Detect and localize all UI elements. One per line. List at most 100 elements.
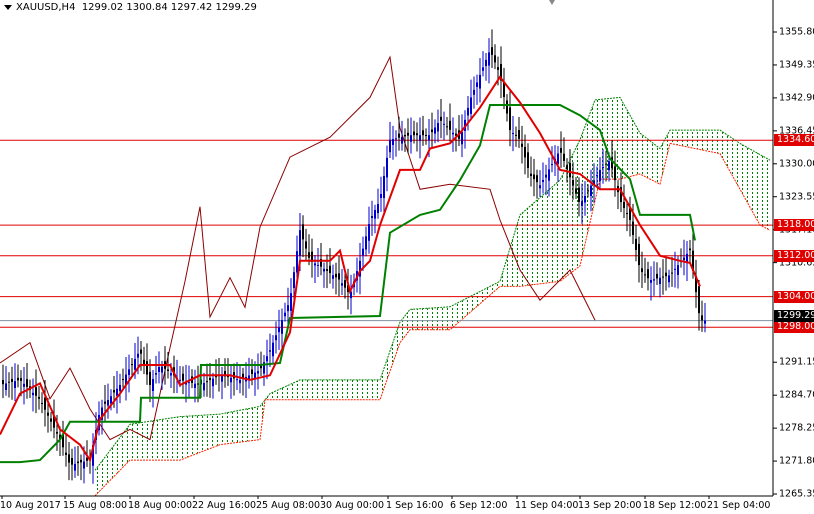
cloud-segment xyxy=(250,407,255,441)
dropdown-triangle-icon[interactable] xyxy=(4,4,12,10)
candle-body xyxy=(155,373,157,375)
candle-body xyxy=(365,236,367,250)
candle-body xyxy=(548,169,550,181)
candle-body xyxy=(419,135,421,142)
cloud-segment xyxy=(240,409,245,442)
cloud-segment xyxy=(640,135,645,176)
candle-body xyxy=(668,275,670,283)
candle-body xyxy=(533,174,535,180)
candle-body xyxy=(398,133,400,138)
high-value: 1300.84 xyxy=(126,2,168,13)
candle-body xyxy=(515,134,517,136)
candle-body xyxy=(314,263,316,266)
cloud-segment xyxy=(480,290,485,302)
candle-body xyxy=(530,173,532,177)
candle-body xyxy=(332,275,334,279)
cloud-segment xyxy=(410,309,415,330)
cloud-segment xyxy=(370,379,375,400)
candle-body xyxy=(605,163,607,165)
candle-body xyxy=(197,383,199,385)
candle-body xyxy=(527,152,529,168)
candle-body xyxy=(416,133,418,136)
candle-body xyxy=(494,55,496,63)
cloud-segment xyxy=(710,130,715,153)
cloud-segment xyxy=(310,379,315,400)
candle-body xyxy=(665,272,667,277)
candle-body xyxy=(146,361,148,375)
price-tick-label: 1284.70 xyxy=(779,389,814,401)
candle-body xyxy=(656,273,658,279)
candle-body xyxy=(305,241,307,249)
price-tick-label: 1349.35 xyxy=(779,59,814,71)
level-price-label: 1304.00 xyxy=(774,290,814,303)
candle-body xyxy=(386,157,388,178)
candle-body xyxy=(257,371,259,374)
candle-body xyxy=(521,143,523,147)
candle-body xyxy=(362,248,364,256)
cloud-segment xyxy=(190,415,195,456)
cloud-segment xyxy=(325,379,330,400)
candle-body xyxy=(590,185,592,197)
cloud-segment xyxy=(650,142,655,181)
candle-body xyxy=(488,52,490,66)
candle-body xyxy=(128,369,130,376)
cloud-segment xyxy=(340,379,345,400)
candle-body xyxy=(638,243,640,266)
candle-body xyxy=(380,194,382,198)
cloud-segment xyxy=(515,223,520,287)
candle-body xyxy=(260,365,262,369)
cloud-segment xyxy=(95,466,100,494)
candle-body xyxy=(602,167,604,169)
candle-body xyxy=(26,379,28,387)
chart-window[interactable]: XAUUSD,H4 1299.02 1300.84 1297.42 1299.2… xyxy=(0,0,814,514)
candle-body xyxy=(284,312,286,317)
cloud-segment xyxy=(405,312,410,333)
candle-body xyxy=(581,201,583,207)
candle-body xyxy=(71,458,73,465)
candle-body xyxy=(650,279,652,283)
cloud-segment xyxy=(715,130,720,154)
candle-body xyxy=(137,353,139,358)
cloud-segment xyxy=(125,427,130,463)
candle-body xyxy=(449,120,451,130)
candle-body xyxy=(239,379,241,384)
time-axis-label: 18 Aug 00:00 xyxy=(128,500,193,511)
cloud-segment xyxy=(735,141,740,185)
candle-body xyxy=(401,137,403,144)
candle-body xyxy=(518,130,520,139)
candle-body xyxy=(371,215,373,219)
cloud-segment xyxy=(180,416,185,460)
candle-body xyxy=(194,383,196,389)
candle-body xyxy=(254,372,256,379)
bid-price-label: 1299.29 xyxy=(774,309,814,322)
time-axis-label: 13 Sep 20:00 xyxy=(578,500,642,511)
level-price-label: 1334.60 xyxy=(774,134,814,147)
low-value: 1297.42 xyxy=(170,2,213,13)
candle-body xyxy=(374,210,376,219)
candle-body xyxy=(632,221,634,235)
candle-body xyxy=(317,264,319,266)
cloud-segment xyxy=(445,306,450,330)
price-chart[interactable] xyxy=(0,0,814,514)
cloud-segment xyxy=(675,130,680,145)
candle-body xyxy=(299,230,301,257)
cloud-segment xyxy=(440,307,445,330)
candle-body xyxy=(572,180,574,186)
candle-body xyxy=(683,257,685,261)
candle-body xyxy=(539,185,541,189)
cloud-segment xyxy=(330,379,335,400)
candle-body xyxy=(566,165,568,170)
cloud-segment xyxy=(110,447,115,478)
price-tick-label: 1278.25 xyxy=(779,422,814,434)
time-axis-label: 22 Aug 16:00 xyxy=(192,500,257,511)
candle-body xyxy=(296,251,298,273)
price-tick-label: 1355.80 xyxy=(779,26,814,38)
candle-body xyxy=(113,390,115,393)
cloud-segment xyxy=(585,119,590,234)
candle-body xyxy=(560,147,562,153)
candle-body xyxy=(188,382,190,384)
level-price-label: 1298.00 xyxy=(774,321,814,334)
candle-body xyxy=(674,268,676,270)
candle-body xyxy=(485,59,487,67)
cloud-segment xyxy=(425,308,430,330)
